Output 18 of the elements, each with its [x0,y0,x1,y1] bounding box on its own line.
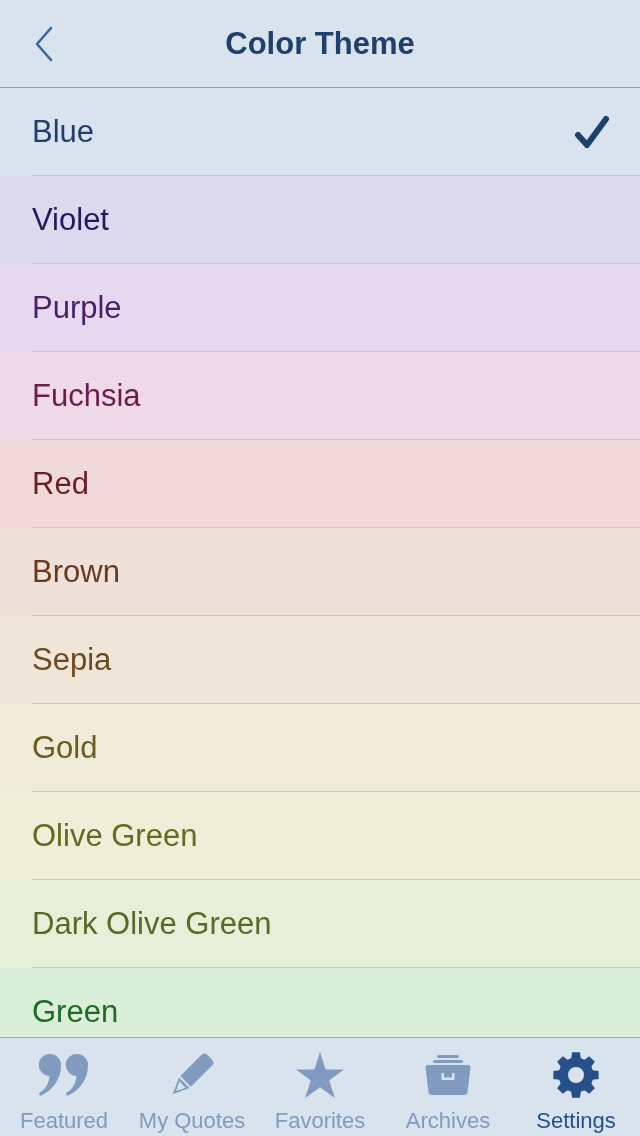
screen-title: Color Theme [225,24,415,63]
quotation-marks-icon [39,1054,89,1096]
theme-option[interactable]: Red [0,440,640,528]
theme-option[interactable]: Brown [0,528,640,616]
checkmark-icon [574,114,610,149]
theme-option[interactable]: Violet [0,176,640,264]
theme-option[interactable]: Purple [0,264,640,352]
chevron-left-icon [34,26,54,62]
theme-option[interactable]: Gold [0,704,640,792]
theme-option[interactable]: Dark Olive Green [0,880,640,968]
theme-option[interactable]: Olive Green [0,792,640,880]
gear-icon [552,1051,600,1099]
star-icon [296,1052,344,1098]
theme-option[interactable]: Fuchsia [0,352,640,440]
file-box-icon [425,1055,471,1095]
tab-button[interactable]: Settings [512,1038,640,1136]
theme-option[interactable]: Sepia [0,616,640,704]
theme-option[interactable]: Green [0,968,640,1037]
